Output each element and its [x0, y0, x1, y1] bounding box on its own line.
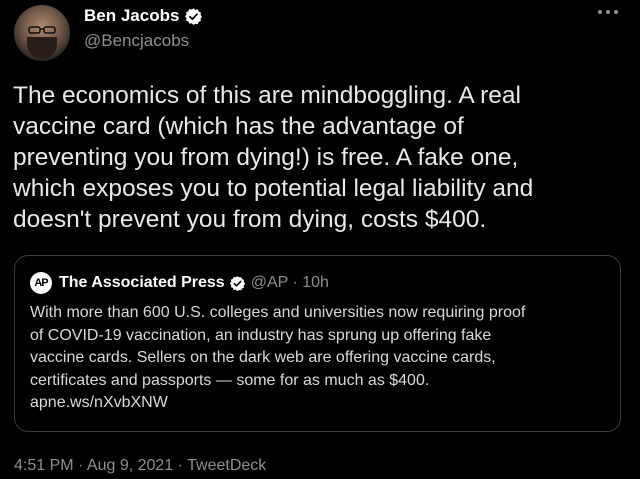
verified-badge-icon: [185, 7, 203, 25]
beard-graphic: [27, 37, 57, 59]
more-options-icon[interactable]: [598, 10, 618, 16]
more-dot: [614, 10, 618, 14]
tweet-timestamp[interactable]: 4:51 PM · Aug 9, 2021 · TweetDeck: [14, 457, 266, 475]
more-dot: [606, 10, 610, 14]
tweet-text: The economics of this are mindboggling. …: [13, 82, 534, 233]
quoted-tweet-card[interactable]: AP The Associated Press @AP · 10h With m…: [14, 255, 621, 432]
author-name[interactable]: Ben Jacobs: [84, 6, 179, 26]
author-handle[interactable]: @Bencjacobs: [84, 31, 189, 51]
quoted-tweet-header: AP The Associated Press @AP · 10h: [30, 272, 329, 294]
quoted-author-meta: @AP · 10h: [250, 274, 329, 291]
quoted-tweet-text: With more than 600 U.S. colleges and uni…: [30, 304, 526, 411]
quoted-author-name[interactable]: The Associated Press: [59, 274, 225, 292]
verified-badge-icon: [229, 275, 245, 291]
author-name-row[interactable]: Ben Jacobs: [84, 6, 203, 26]
more-dot: [598, 10, 602, 14]
ap-logo-avatar[interactable]: AP: [30, 272, 52, 294]
avatar[interactable]: [14, 5, 70, 61]
glasses-graphic: [28, 26, 56, 34]
